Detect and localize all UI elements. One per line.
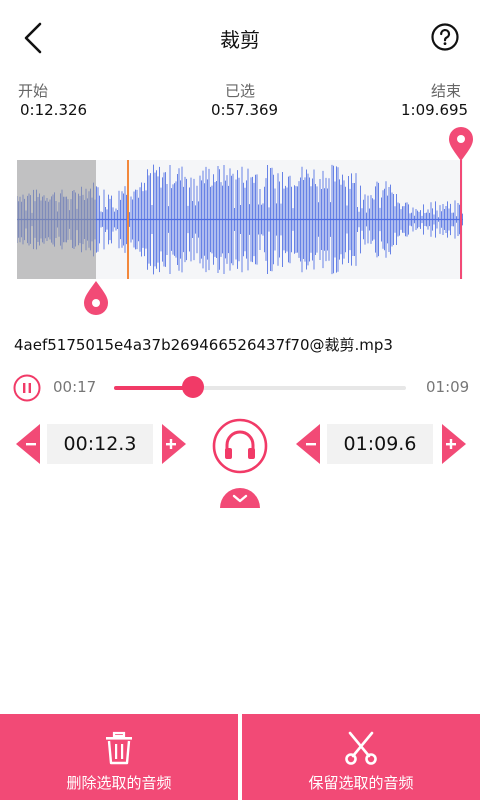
plus-icon	[442, 424, 466, 464]
selected-value: 0:57.369	[211, 101, 279, 119]
headphones-icon	[212, 418, 268, 474]
file-name: 4aef5175015e4a37b269466526437f70@裁剪.mp3	[14, 336, 393, 354]
start-time-field[interactable]: 00:12.3	[47, 424, 153, 464]
current-time: 00:17	[53, 378, 97, 396]
page-title: 裁剪	[220, 28, 260, 52]
start-label: 开始	[18, 82, 49, 100]
minus-icon	[296, 424, 320, 464]
help-button[interactable]	[430, 22, 460, 52]
end-value: 1:09.695	[401, 101, 469, 119]
location-pin-icon	[84, 281, 108, 315]
location-pin-icon	[449, 127, 473, 161]
start-increase-button[interactable]	[162, 424, 186, 464]
end-label: 结束	[431, 82, 462, 100]
start-marker-handle[interactable]	[82, 280, 110, 316]
minus-icon	[16, 424, 40, 464]
end-decrease-button[interactable]	[296, 424, 320, 464]
preview-listen-button[interactable]	[212, 418, 268, 474]
plus-icon	[162, 424, 186, 464]
keep-selection-label: 保留选取的音频	[308, 774, 414, 792]
end-marker-handle[interactable]	[447, 126, 475, 162]
help-circle-icon	[431, 23, 459, 51]
start-value: 0:12.326	[20, 101, 88, 119]
total-time: 01:09	[426, 378, 470, 396]
end-increase-button[interactable]	[442, 424, 466, 464]
seek-thumb[interactable]	[181, 376, 204, 398]
keep-selection-button[interactable]: 保留选取的音频	[242, 714, 480, 800]
trash-icon	[106, 731, 132, 765]
collapse-panel-button[interactable]	[220, 486, 260, 508]
selected-label: 已选	[225, 82, 256, 100]
end-time-field[interactable]: 01:09.6	[327, 424, 433, 464]
delete-selection-button[interactable]: 删除选取的音频	[0, 714, 238, 800]
excluded-region-overlay	[17, 160, 96, 279]
chevron-down-icon	[220, 488, 260, 508]
pause-button[interactable]	[13, 374, 41, 402]
scissors-icon	[345, 731, 377, 765]
end-marker-line	[460, 160, 462, 279]
start-decrease-button[interactable]	[16, 424, 40, 464]
playhead-line	[127, 160, 129, 279]
pause-icon	[13, 374, 41, 402]
delete-selection-label: 删除选取的音频	[66, 774, 172, 792]
